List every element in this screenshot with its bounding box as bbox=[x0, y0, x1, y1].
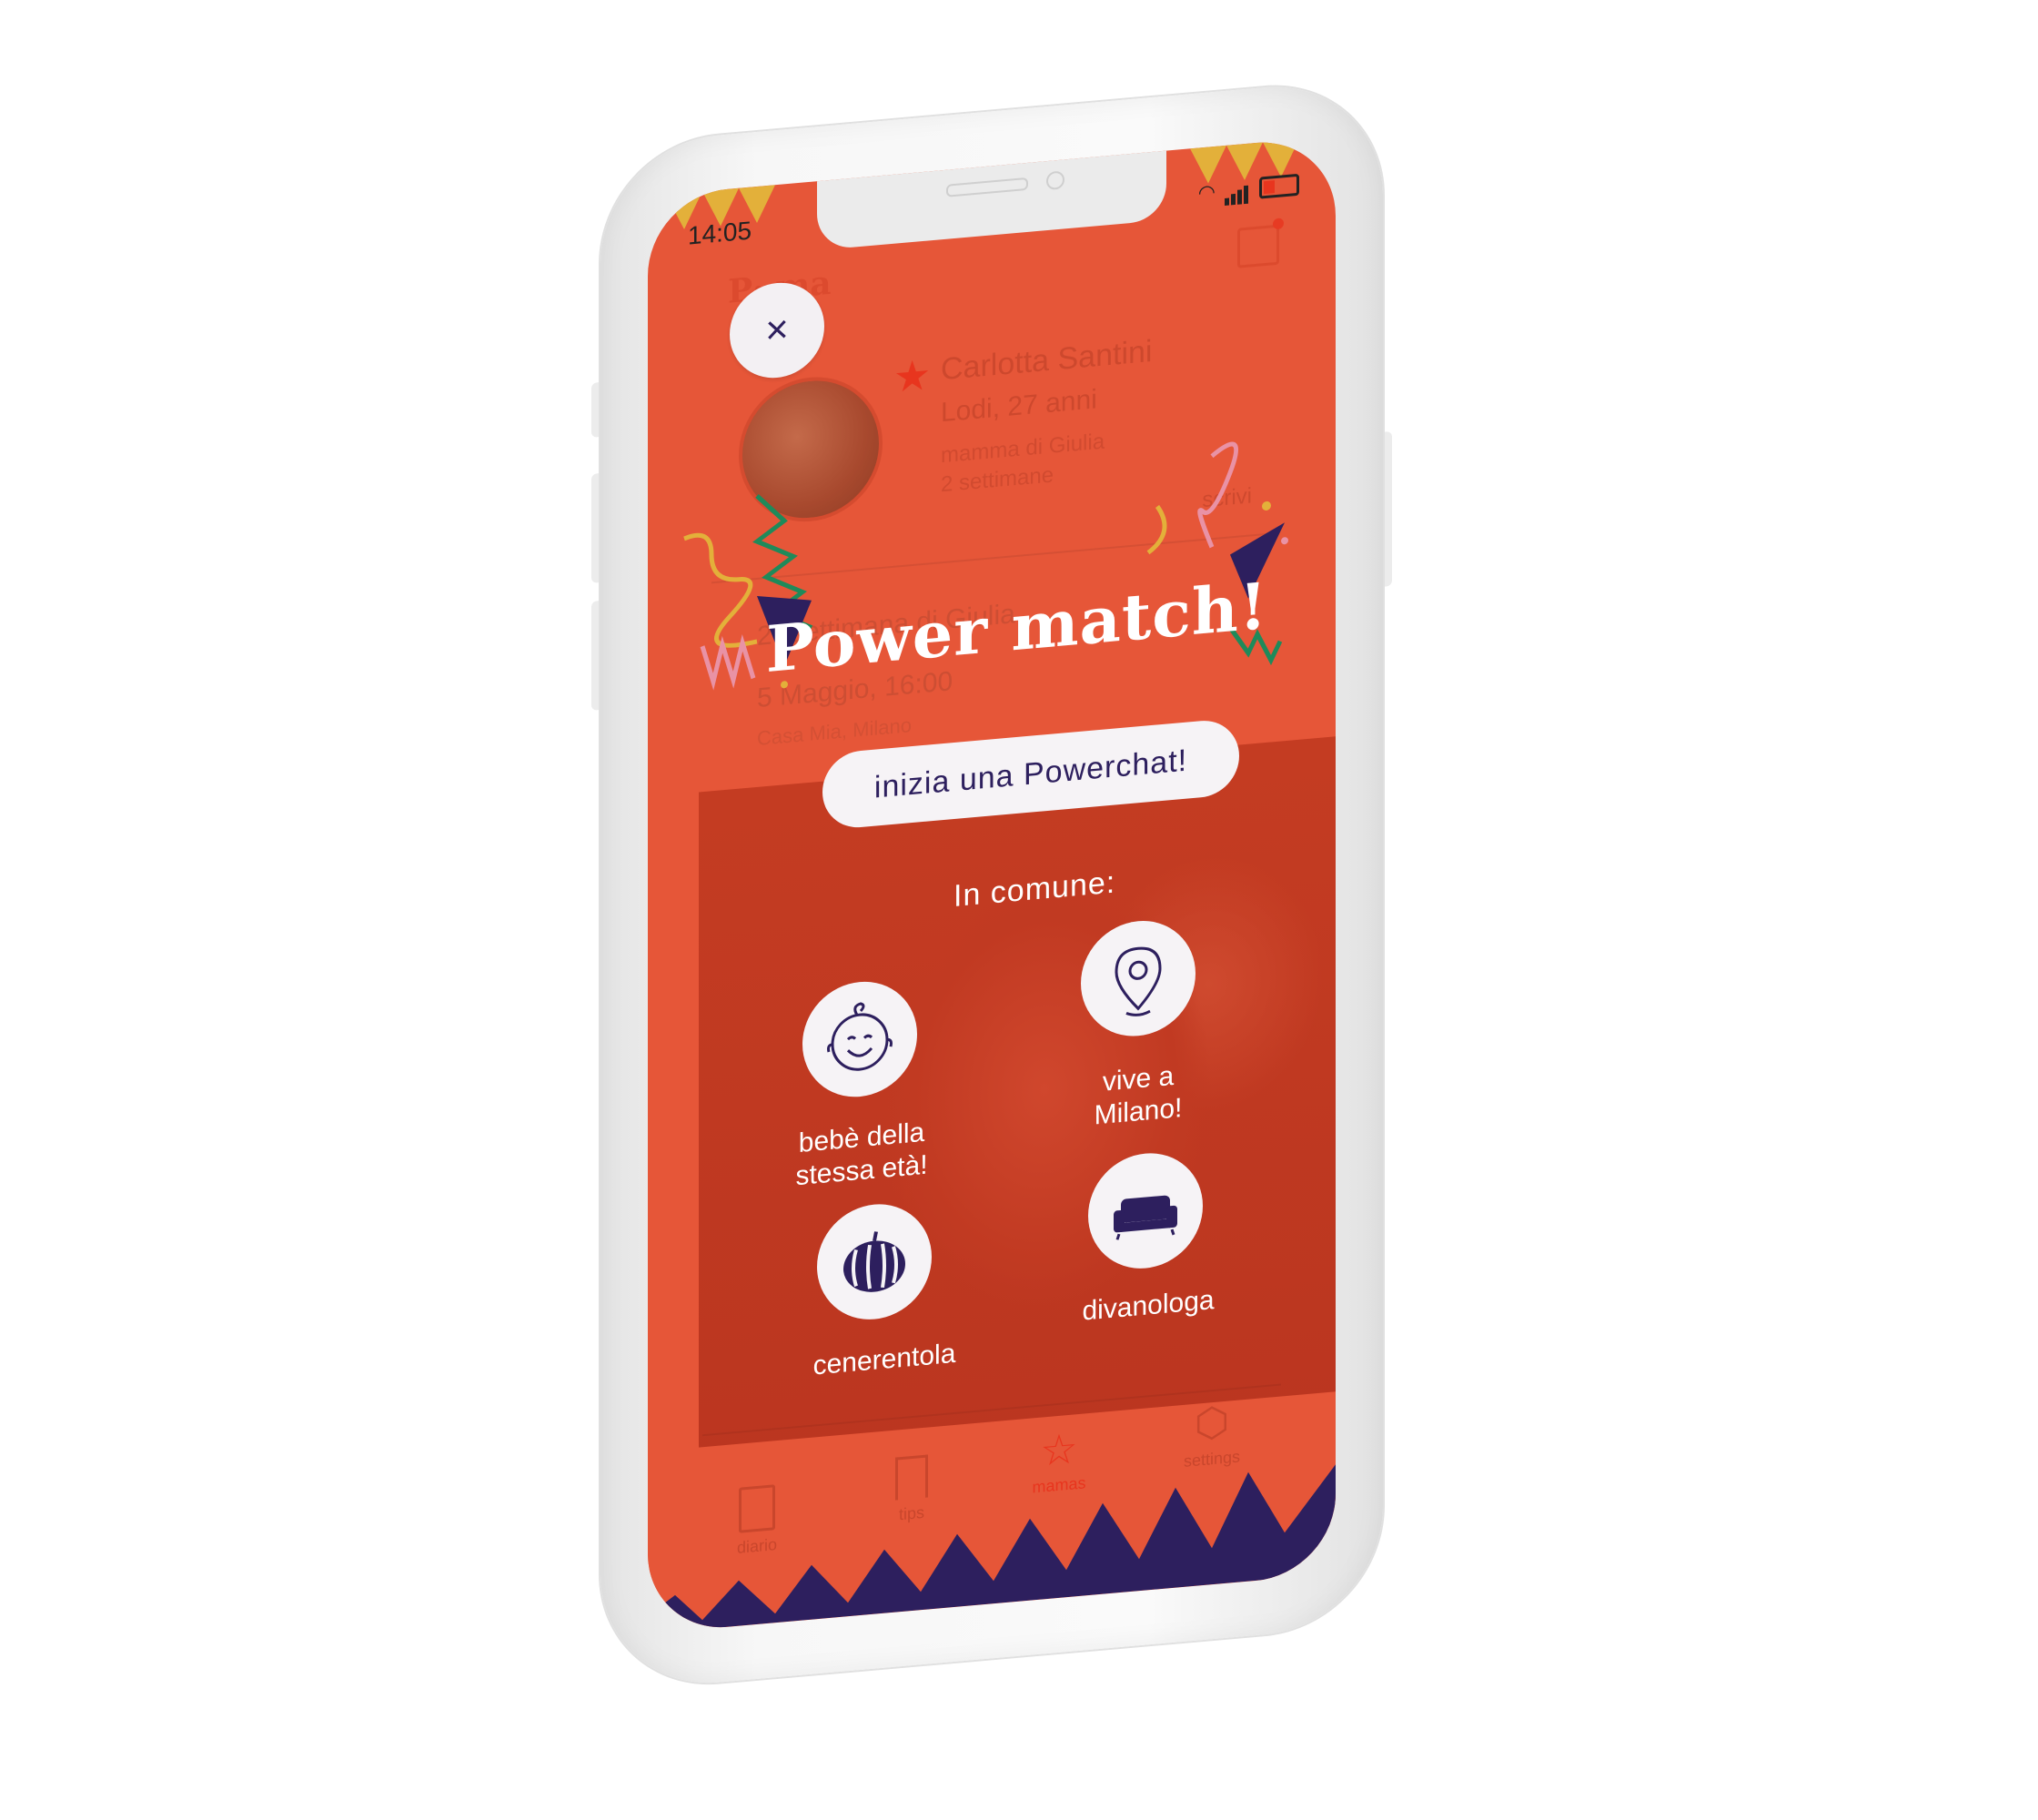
bookmark-icon bbox=[895, 1454, 928, 1501]
phone-mockup: P· ma ★ Carlotta Santini Lodi, 27 anni m… bbox=[591, 41, 1392, 1693]
tab-settings-label: settings bbox=[1183, 1447, 1241, 1471]
badge-same-age-label: bebè della stessa età! bbox=[784, 1115, 939, 1194]
wifi-icon: ◠ bbox=[1197, 179, 1216, 205]
favorite-star-icon: ★ bbox=[893, 350, 932, 401]
hexagon-icon: ⬡ bbox=[1194, 1399, 1230, 1447]
front-camera bbox=[1046, 170, 1064, 191]
star-icon: ☆ bbox=[1040, 1424, 1078, 1475]
location-pin-icon bbox=[1115, 946, 1162, 1016]
status-time: 14:05 bbox=[688, 216, 752, 250]
baby-face-icon bbox=[827, 1002, 893, 1071]
badge-city-label: vive a Milano! bbox=[1061, 1057, 1216, 1136]
battery-icon bbox=[1259, 173, 1299, 199]
profile-name: Carlotta Santini bbox=[941, 333, 1153, 388]
profile-city-age: Lodi, 27 anni bbox=[941, 384, 1097, 429]
badge-city bbox=[1081, 915, 1196, 1041]
pumpkin-icon bbox=[843, 1231, 905, 1292]
chat-icon[interactable] bbox=[1237, 224, 1279, 268]
sofa-icon bbox=[1114, 1195, 1177, 1240]
signal-icon bbox=[1225, 175, 1250, 206]
badge-same-age bbox=[802, 976, 917, 1102]
phone-screen: P· ma ★ Carlotta Santini Lodi, 27 anni m… bbox=[648, 136, 1336, 1634]
badge-sofa bbox=[1088, 1148, 1203, 1274]
tab-settings[interactable]: ⬡ settings bbox=[1157, 1398, 1266, 1473]
badge-cinderella bbox=[817, 1199, 932, 1325]
